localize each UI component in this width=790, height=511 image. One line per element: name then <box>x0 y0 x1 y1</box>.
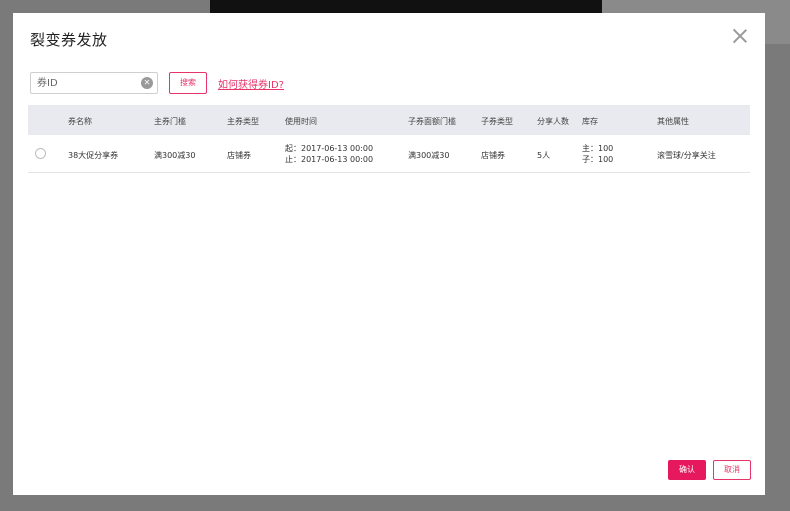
cell-main-threshold: 满300减30 <box>154 151 196 160</box>
search-button[interactable]: 搜索 <box>169 72 207 94</box>
coupon-id-input[interactable] <box>37 75 137 91</box>
coupon-id-search-field[interactable]: ✕ <box>30 72 158 94</box>
header-stock: 库存 <box>582 117 598 126</box>
cancel-button[interactable]: 取消 <box>713 460 751 480</box>
close-icon[interactable] <box>732 28 748 44</box>
cell-stock-main: 主：100 <box>582 144 614 153</box>
cell-share-count: 5人 <box>537 151 551 160</box>
header-share-count: 分享人数 <box>537 117 569 126</box>
header-coupon-name: 券名称 <box>68 117 92 126</box>
cell-other-attributes: 滚雪球/分享关注 <box>657 151 716 160</box>
cell-sub-type: 店铺券 <box>481 151 505 160</box>
table-header: 券名称 主券门槛 主券类型 使用时间 子券面额门槛 子券类型 分享人数 库存 其… <box>28 105 750 135</box>
header-main-threshold: 主券门槛 <box>154 117 186 126</box>
coupon-table: 券名称 主券门槛 主券类型 使用时间 子券面额门槛 子券类型 分享人数 库存 其… <box>28 105 750 173</box>
cell-main-type: 店铺券 <box>227 151 251 160</box>
confirm-button[interactable]: 确认 <box>668 460 706 480</box>
header-sub-type: 子券类型 <box>481 117 513 126</box>
header-usage-time: 使用时间 <box>285 117 317 126</box>
cell-stock-sub: 子：100 <box>582 155 614 164</box>
cell-time-start: 起：2017-06-13 00:00 <box>285 144 374 153</box>
clear-input-icon[interactable]: ✕ <box>141 77 153 89</box>
table-row[interactable]: 38大促分享券 满300减30 店铺券 起：2017-06-13 00:00 止… <box>28 135 750 173</box>
dialog-title: 裂变券发放 <box>30 31 108 49</box>
header-sub-threshold: 子券面额门槛 <box>408 117 456 126</box>
how-to-get-coupon-id-link[interactable]: 如何获得券ID? <box>218 76 284 91</box>
cell-time-end: 止：2017-06-13 00:00 <box>285 155 374 164</box>
row-select-radio[interactable] <box>35 148 46 159</box>
cell-coupon-name: 38大促分享券 <box>68 151 119 160</box>
header-other-attributes: 其他属性 <box>657 117 689 126</box>
cell-sub-threshold: 满300减30 <box>408 151 450 160</box>
header-main-type: 主券类型 <box>227 117 259 126</box>
background-window-dark-strip <box>210 0 602 13</box>
coupon-issue-dialog: 裂变券发放 ✕ 搜索 如何获得券ID? 券名称 主券门槛 主券类型 使用时间 子… <box>13 13 765 495</box>
